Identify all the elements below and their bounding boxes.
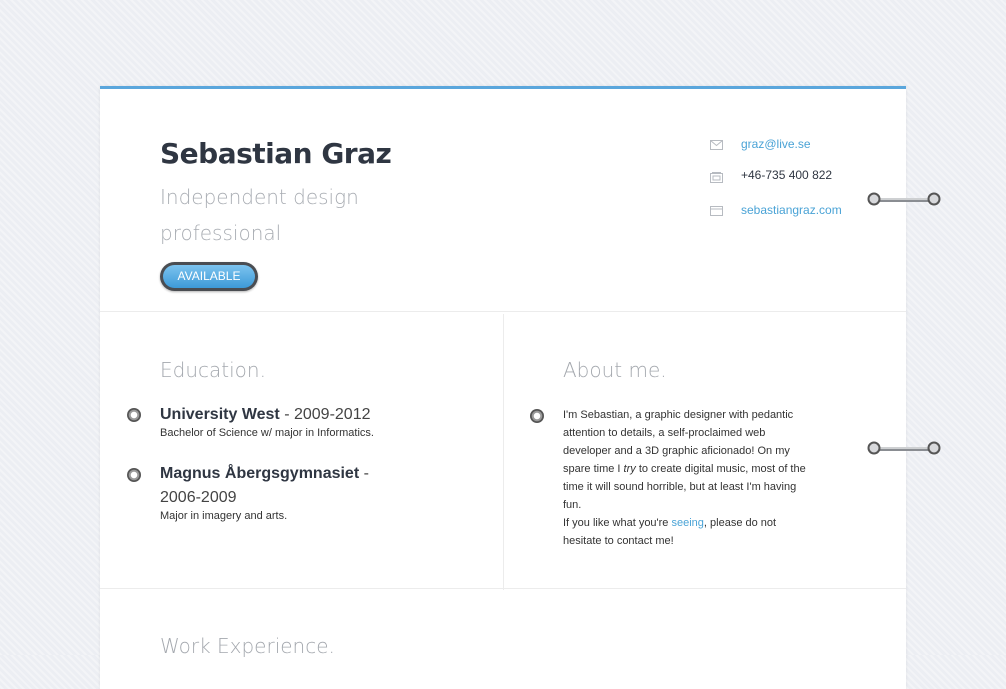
available-badge[interactable]: AVAILABLE bbox=[160, 262, 258, 291]
website-link[interactable]: sebastiangraz.com bbox=[741, 203, 842, 217]
section-divider bbox=[100, 588, 906, 589]
work-heading: Work Experience. bbox=[160, 634, 335, 658]
person-name: Sebastian Graz bbox=[160, 137, 392, 170]
browser-window-icon bbox=[710, 205, 723, 216]
email-link[interactable]: graz@live.se bbox=[741, 137, 811, 151]
timeline-bullet-icon bbox=[530, 409, 544, 423]
school-years: - 2009-2012 bbox=[279, 406, 371, 423]
tagline: Independent design professional bbox=[160, 185, 359, 245]
about-heading: About me. bbox=[563, 358, 667, 382]
about-text-emphasis: try bbox=[623, 463, 636, 475]
section-divider bbox=[100, 311, 906, 312]
contact-website: sebastiangraz.com bbox=[710, 200, 842, 220]
school-detail: Bachelor of Science w/ major in Informat… bbox=[160, 427, 374, 439]
school-detail: Major in imagery and arts. bbox=[160, 510, 288, 522]
timeline-bullet-icon bbox=[127, 408, 141, 422]
binder-ring-icon bbox=[867, 441, 941, 455]
contact-phone: +46-735 400 822 bbox=[710, 165, 832, 185]
available-badge-label: AVAILABLE bbox=[163, 265, 255, 288]
education-item: Magnus Åbergsgymnasiet - 2006-2009 Major… bbox=[160, 462, 390, 522]
contact-email: graz@live.se bbox=[710, 134, 811, 154]
mail-icon bbox=[710, 139, 723, 150]
school-name: University West bbox=[160, 406, 280, 423]
phone-icon bbox=[710, 172, 723, 183]
about-text: I'm Sebastian, a graphic designer with p… bbox=[563, 406, 813, 550]
seeing-link[interactable]: seeing bbox=[672, 517, 704, 529]
timeline-bullet-icon bbox=[127, 468, 141, 482]
education-item: University West - 2009-2012 Bachelor of … bbox=[160, 403, 390, 439]
column-divider bbox=[503, 314, 504, 590]
education-heading: Education. bbox=[160, 358, 266, 382]
school-name: Magnus Åbergsgymnasiet bbox=[160, 465, 360, 482]
phone-number: +46-735 400 822 bbox=[741, 168, 833, 182]
about-text-part: If you like what you're bbox=[563, 517, 672, 529]
resume-paper: Sebastian Graz Independent design profes… bbox=[100, 86, 906, 689]
binder-ring-icon bbox=[867, 192, 941, 206]
